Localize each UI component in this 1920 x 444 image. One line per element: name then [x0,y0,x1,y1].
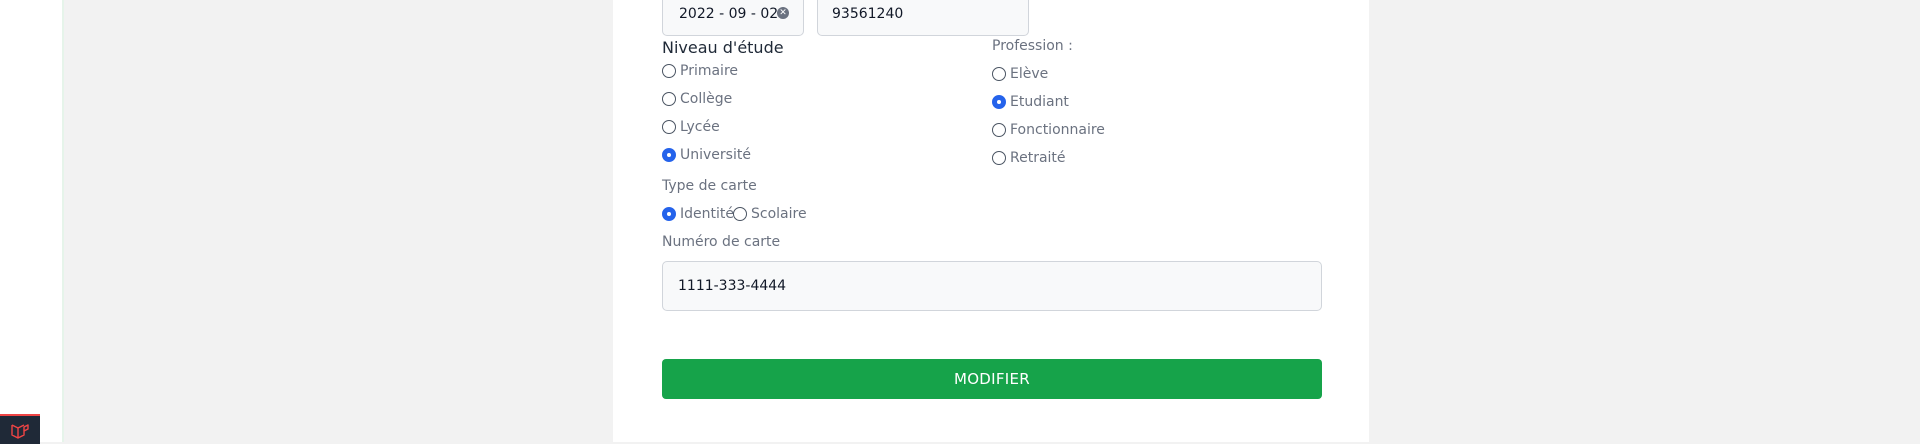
radio-college-label: Collège [680,91,733,107]
debugbar-toggle[interactable] [0,414,40,444]
radio-scolaire-label: Scolaire [751,206,807,222]
radio-college[interactable]: Collège [662,91,732,107]
radio-etudiant[interactable]: Etudiant [992,94,1069,110]
laravel-logo-icon [11,424,29,439]
birth-date-value: 2022 - 09 - 02 [679,6,779,22]
birth-date-field[interactable]: 2022 - 09 - 02 ✕ [662,0,804,36]
radio-scolaire-input[interactable] [733,207,747,221]
radio-etudiant-label: Etudiant [1010,94,1069,110]
modifier-button[interactable]: MODIFIER [662,359,1322,399]
radio-identite-label: Identité [680,206,734,222]
radio-fonctionnaire-label: Fonctionnaire [1010,122,1105,138]
left-sidebar-strip [0,0,64,442]
radio-lycee-input[interactable] [662,120,676,134]
radio-fonctionnaire-input[interactable] [992,123,1006,137]
radio-lycee-label: Lycée [680,119,720,135]
numero-carte-value: 1111-333-4444 [678,278,787,294]
radio-universite[interactable]: Université [662,147,751,163]
radio-primaire-input[interactable] [662,64,676,78]
radio-retraite[interactable]: Retraité [992,150,1066,166]
radio-identite-input[interactable] [662,207,676,221]
phone-value: 93561240 [832,6,904,22]
numero-carte-input[interactable]: 1111-333-4444 [662,261,1322,311]
radio-universite-label: Université [680,147,751,163]
radio-primaire[interactable]: Primaire [662,63,738,79]
radio-primaire-label: Primaire [680,63,739,79]
radio-scolaire[interactable]: Scolaire [733,206,807,222]
phone-field[interactable]: 93561240 [817,0,1029,36]
radio-eleve[interactable]: Elève [992,66,1048,82]
radio-universite-input[interactable] [662,148,676,162]
radio-lycee[interactable]: Lycée [662,119,720,135]
radio-etudiant-input[interactable] [992,95,1006,109]
radio-retraite-input[interactable] [992,151,1006,165]
radio-retraite-label: Retraité [1010,150,1066,166]
radio-fonctionnaire[interactable]: Fonctionnaire [992,122,1105,138]
radio-college-input[interactable] [662,92,676,106]
clear-icon[interactable]: ✕ [777,7,789,19]
radio-eleve-input[interactable] [992,67,1006,81]
radio-identite[interactable]: Identité [662,206,734,222]
type-carte-label: Type de carte [662,178,757,194]
niveau-etude-label: Niveau d'étude [662,38,784,57]
radio-eleve-label: Elève [1010,66,1049,82]
numero-carte-label: Numéro de carte [662,234,781,250]
profession-label: Profession : [992,38,1073,54]
